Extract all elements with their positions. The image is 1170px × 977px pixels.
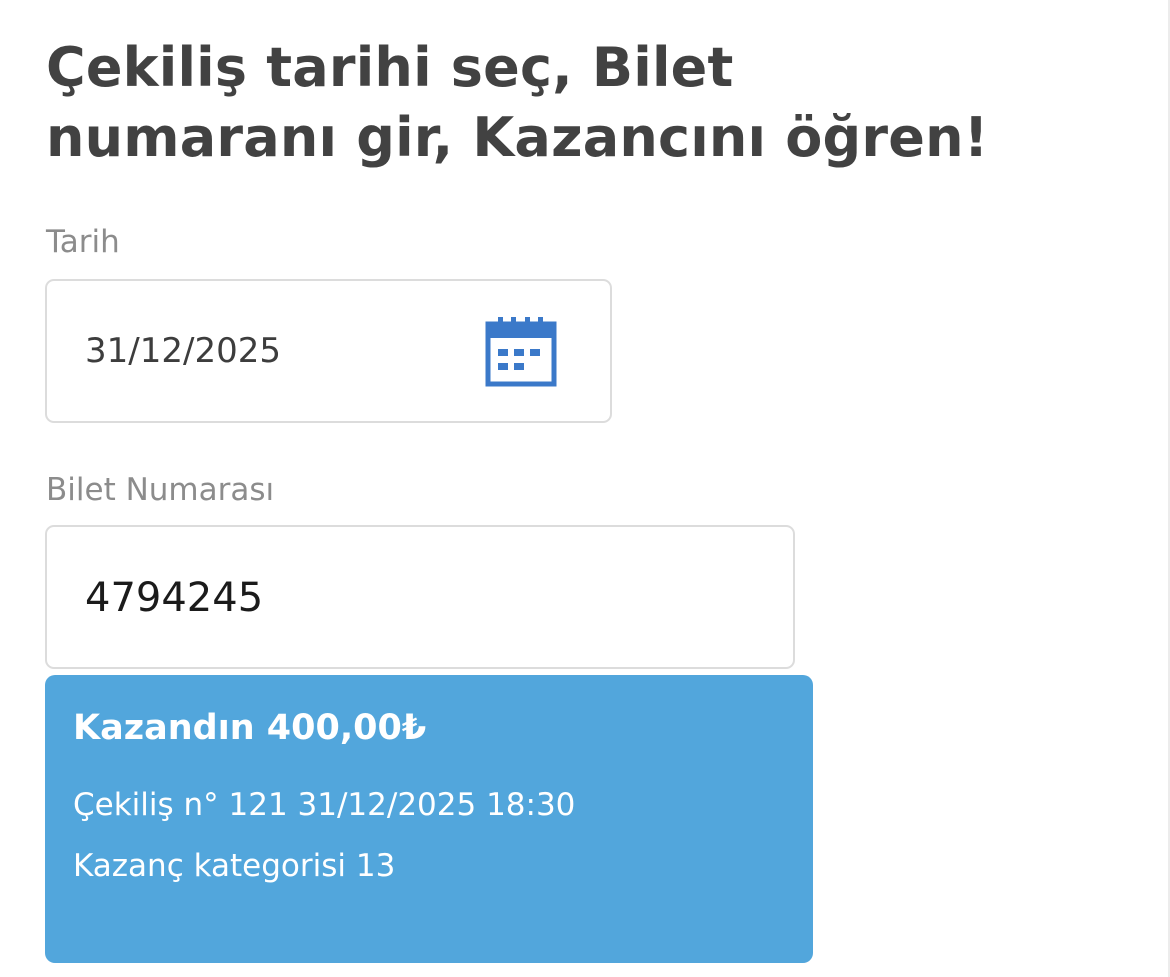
calendar-icon[interactable] (484, 315, 558, 389)
result-draw-info: Çekiliş n° 121 31/12/2025 18:30 (73, 787, 576, 823)
page-title-line-2: numaranı gir, Kazancını öğren! (46, 106, 989, 169)
result-title: Kazandın 400,00₺ (73, 708, 427, 748)
date-field-label: Tarih (46, 224, 120, 260)
page-title-line-1: Çekiliş tarihi seç, Bilet (46, 36, 734, 99)
result-category: Kazanç kategorisi 13 (73, 848, 396, 884)
ticket-number-field[interactable]: 4794245 (45, 525, 795, 669)
date-picker-field[interactable]: 31/12/2025 (45, 279, 612, 423)
lottery-check-page: Çekiliş tarihi seç, Bilet numaranı gir, … (0, 0, 1170, 977)
result-panel: Kazandın 400,00₺ Çekiliş n° 121 31/12/20… (45, 675, 813, 963)
page-title: Çekiliş tarihi seç, Bilet numaranı gir, … (46, 33, 1046, 173)
ticket-number-label: Bilet Numarası (46, 472, 275, 508)
ticket-number-input[interactable]: 4794245 (85, 575, 263, 621)
date-value: 31/12/2025 (85, 331, 281, 371)
